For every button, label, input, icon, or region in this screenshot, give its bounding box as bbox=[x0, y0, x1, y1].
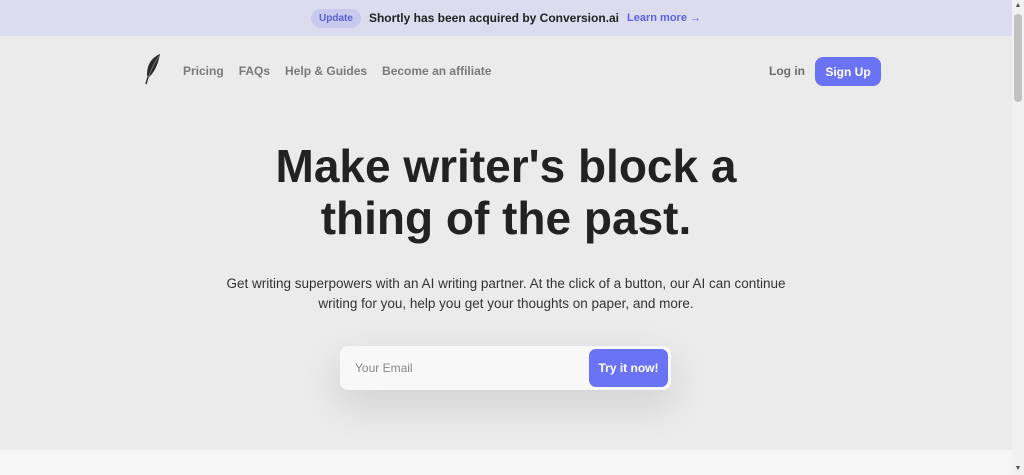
scroll-down-arrow-icon[interactable]: ▼ bbox=[1012, 463, 1024, 475]
email-field[interactable] bbox=[355, 356, 575, 380]
main-nav: Pricing FAQs Help & Guides Become an aff… bbox=[0, 36, 1012, 106]
hero-title: Make writer's block a thing of the past. bbox=[0, 140, 1012, 244]
feather-icon[interactable] bbox=[142, 53, 164, 85]
email-signup-form: Try it now! bbox=[340, 346, 671, 390]
learn-more-link[interactable]: Learn more → bbox=[627, 12, 701, 24]
page-viewport: Update Shortly has been acquired by Conv… bbox=[0, 0, 1012, 475]
hero-subtitle: Get writing superpowers with an AI writi… bbox=[0, 274, 1012, 314]
hero-subtitle-line-1: Get writing superpowers with an AI writi… bbox=[226, 276, 786, 291]
try-it-now-button[interactable]: Try it now! bbox=[589, 349, 668, 387]
announcement-message: Shortly has been acquired by Conversion.… bbox=[368, 11, 620, 25]
hero-title-line-2: thing of the past. bbox=[320, 192, 692, 244]
nav-links: Pricing FAQs Help & Guides Become an aff… bbox=[183, 64, 491, 78]
login-link[interactable]: Log in bbox=[769, 64, 805, 78]
learn-more-label: Learn more bbox=[627, 12, 687, 24]
nav-link-help-guides[interactable]: Help & Guides bbox=[285, 64, 367, 78]
nav-link-pricing[interactable]: Pricing bbox=[183, 64, 224, 78]
hero-subtitle-line-2: writing for you, help you get your thoug… bbox=[318, 296, 694, 311]
update-badge: Update bbox=[311, 8, 361, 28]
next-section-edge bbox=[0, 450, 1012, 475]
signup-button[interactable]: Sign Up bbox=[815, 57, 881, 86]
announcement-bar: Update Shortly has been acquired by Conv… bbox=[0, 0, 1012, 36]
page-scrollbar[interactable]: ▲ ▼ bbox=[1012, 0, 1024, 475]
nav-link-become-affiliate[interactable]: Become an affiliate bbox=[382, 64, 491, 78]
scrollbar-thumb[interactable] bbox=[1014, 14, 1022, 102]
hero-title-line-1: Make writer's block a bbox=[275, 140, 737, 192]
arrow-right-icon: → bbox=[689, 12, 701, 24]
nav-link-faqs[interactable]: FAQs bbox=[239, 64, 270, 78]
scroll-up-arrow-icon[interactable]: ▲ bbox=[1012, 0, 1024, 12]
